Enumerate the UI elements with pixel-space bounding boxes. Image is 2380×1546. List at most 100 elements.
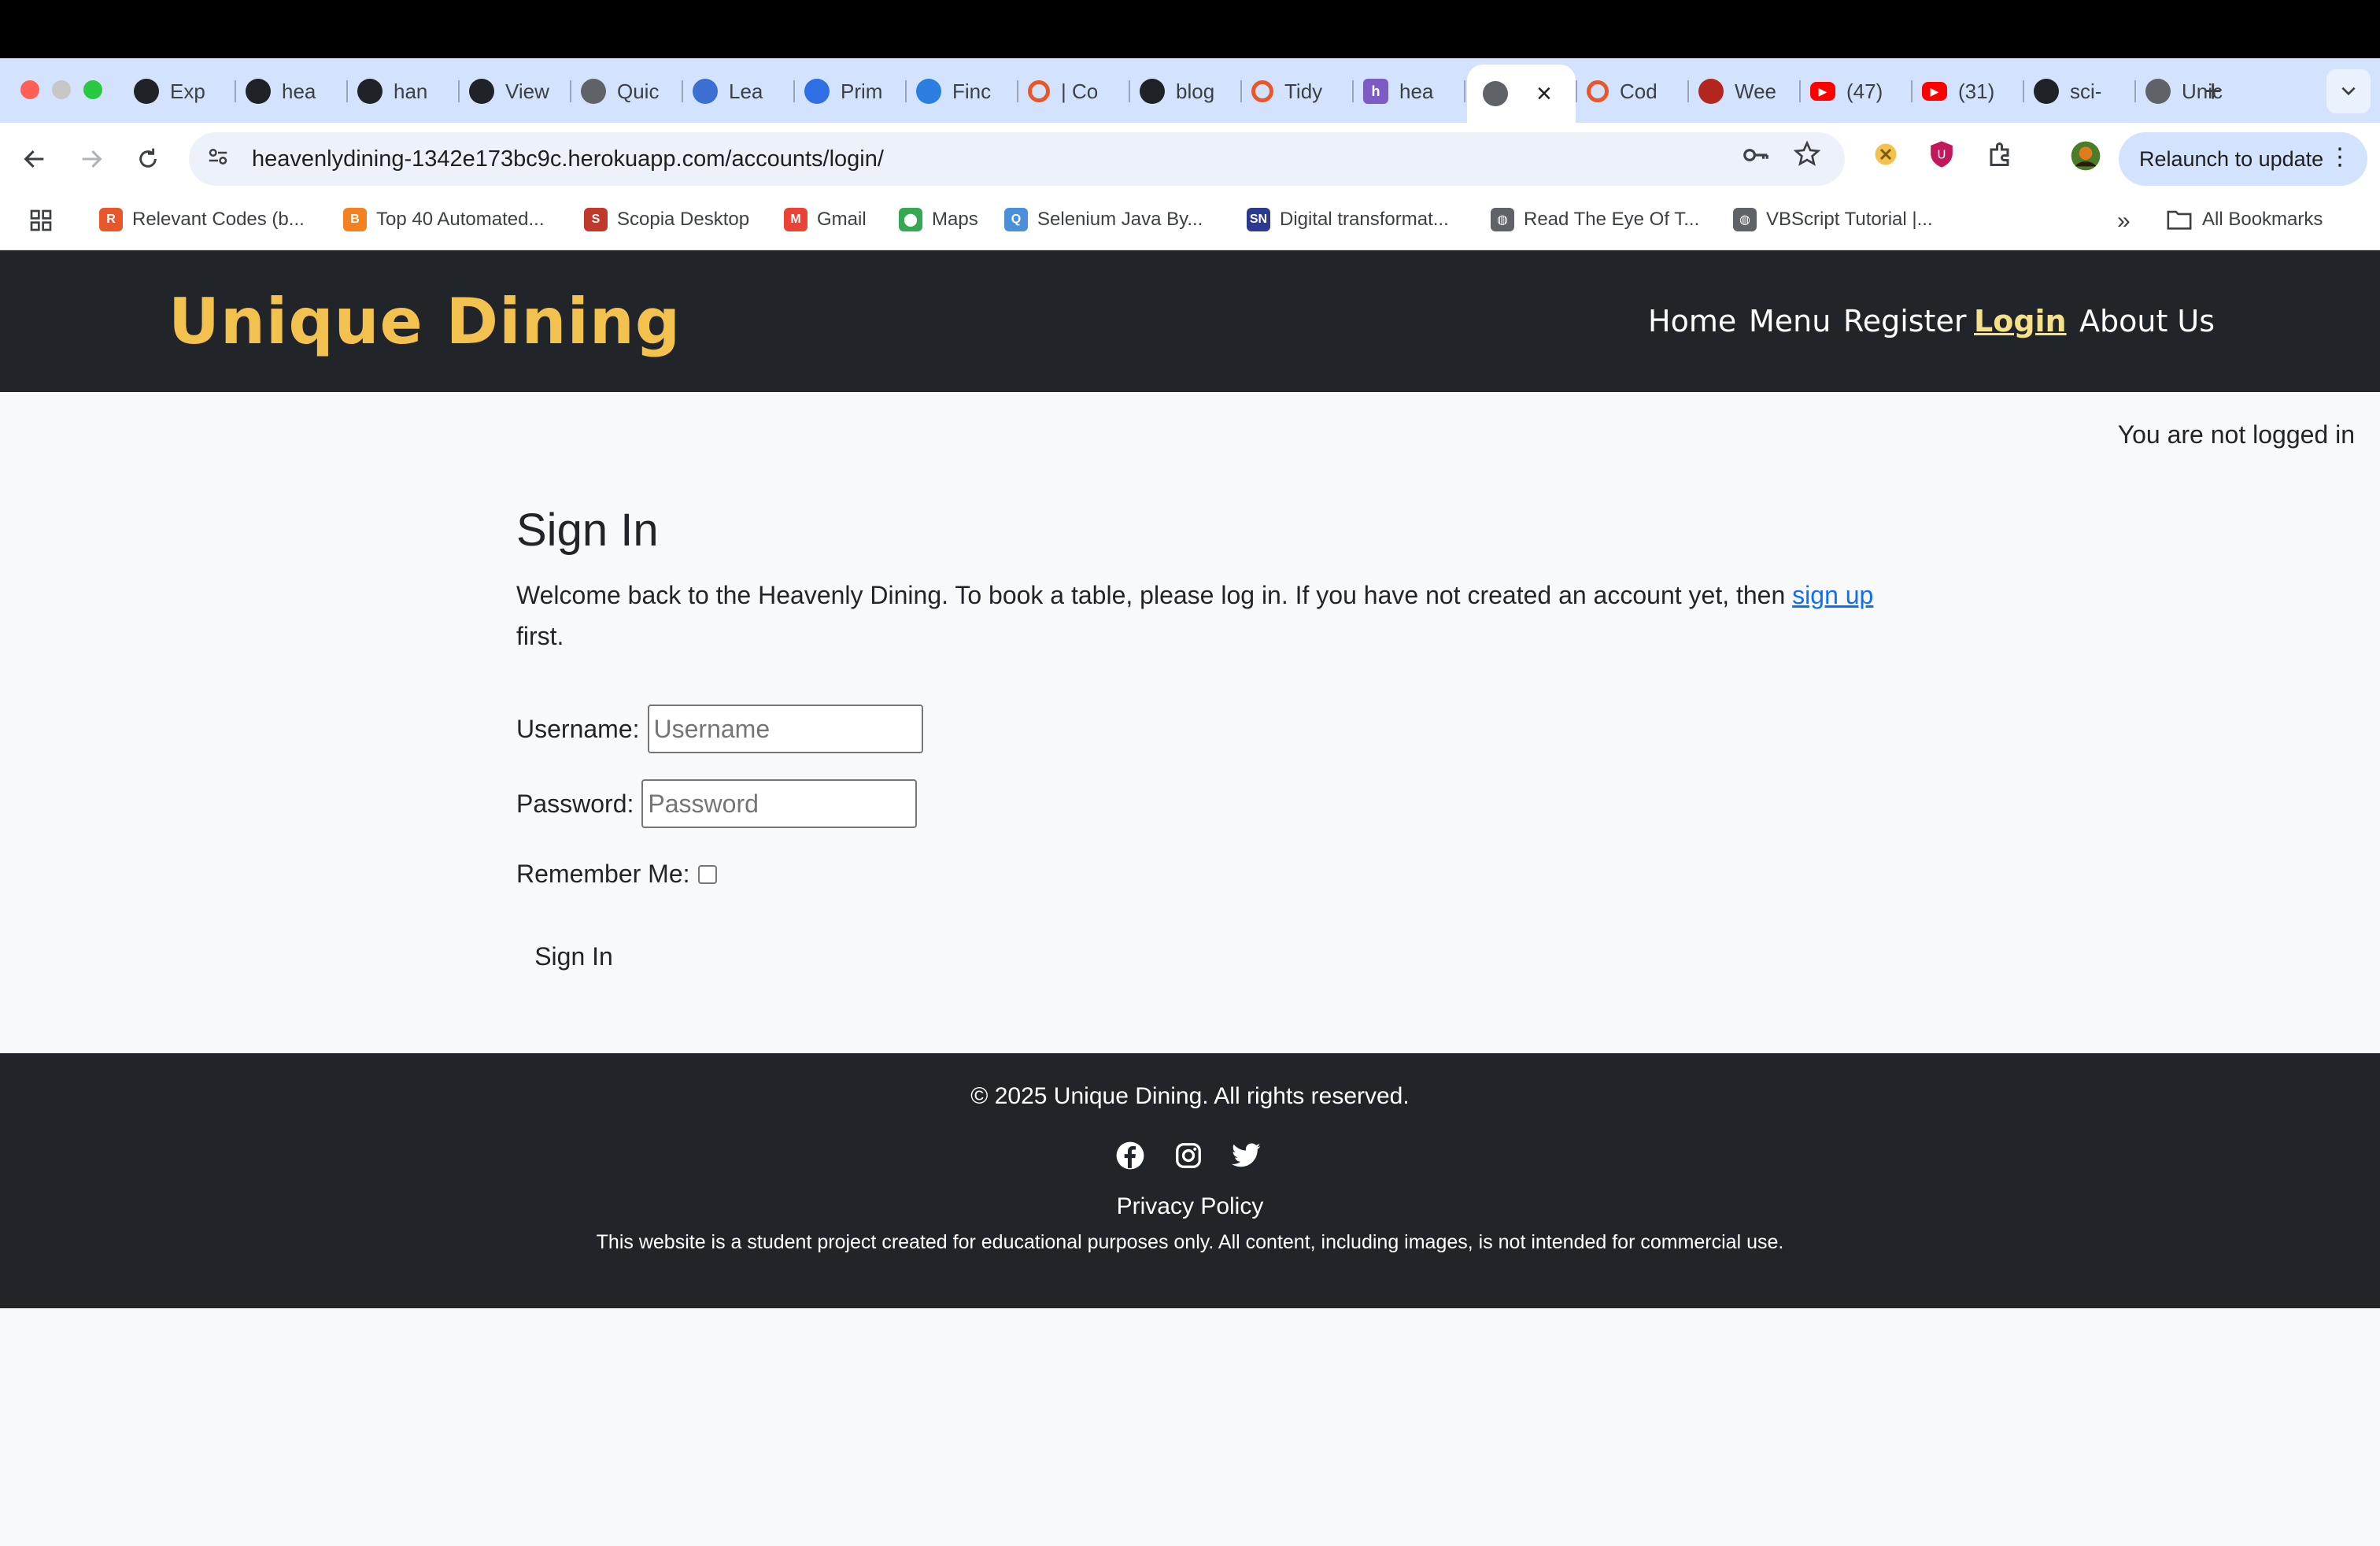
nav-register[interactable]: Register (1843, 304, 1966, 338)
site-brand[interactable]: Unique Dining (168, 285, 681, 358)
tab-separator (2134, 80, 2136, 102)
bookmark-item[interactable]: R Relevant Codes (b... (99, 208, 305, 231)
social-links (1114, 1140, 1262, 1171)
browser-tab[interactable]: ▶ (31) (1922, 69, 2010, 113)
bookmark-favicon-icon: ◍ (1733, 208, 1757, 231)
tab-separator (1911, 80, 1913, 102)
remember-label: Remember Me: (516, 860, 690, 888)
remember-checkbox[interactable] (697, 864, 717, 884)
tab-separator (682, 80, 683, 102)
close-window-icon[interactable] (20, 80, 39, 99)
bookmark-favicon-icon: S (584, 208, 608, 231)
close-tab-icon[interactable]: × (1536, 79, 1552, 109)
browser-tab[interactable]: sci- (2034, 69, 2122, 113)
bookmark-favicon-icon: ⬤ (899, 208, 922, 231)
tab-separator (793, 80, 795, 102)
apps-grid-icon[interactable] (28, 208, 54, 233)
username-label: Username: (516, 714, 640, 743)
password-key-icon[interactable] (1741, 140, 1771, 177)
bookmark-item[interactable]: M Gmail (784, 208, 867, 231)
github-icon (2034, 79, 2059, 104)
nav-login[interactable]: Login (1974, 304, 2067, 338)
welcome-body: Welcome back to the Heavenly Dining. To … (516, 581, 1793, 609)
youtube-icon: ▶ (1922, 82, 1947, 101)
browser-tab[interactable]: han (357, 69, 445, 113)
bookmark-star-icon[interactable] (1793, 140, 1821, 176)
back-button[interactable] (16, 140, 54, 178)
facebook-icon[interactable] (1114, 1140, 1146, 1171)
tab-separator (1129, 80, 1130, 102)
signup-link[interactable]: sign up (1792, 581, 1873, 609)
remember-row: Remember Me: (516, 860, 717, 889)
tab-separator (458, 80, 460, 102)
browser-tab[interactable]: hea (246, 69, 334, 113)
reload-button[interactable] (129, 140, 167, 178)
extension-timer-icon[interactable] (1872, 140, 1900, 176)
welcome-tail: first. (516, 622, 564, 650)
new-tab-button[interactable]: + (2204, 74, 2222, 109)
address-bar[interactable]: heavenlydining-1342e173bc9c.herokuapp.co… (189, 132, 1845, 186)
bookmark-item[interactable]: Q Selenium Java By... (1004, 208, 1203, 231)
relaunch-button[interactable]: Relaunch to update ⋮ (2119, 132, 2367, 186)
bookmark-label: Read The Eye Of T... (1524, 209, 1700, 230)
browser-tab[interactable]: Wee (1698, 69, 1787, 113)
more-menu-icon[interactable]: ⋮ (2328, 143, 2352, 171)
browser-tab[interactable]: Quic (581, 69, 669, 113)
tab-label: hea (282, 79, 316, 103)
bookmark-item[interactable]: B Top 40 Automated... (343, 208, 544, 231)
tab-label: View (505, 79, 549, 103)
instagram-icon[interactable] (1173, 1140, 1204, 1171)
sign-in-button[interactable]: Sign In (516, 929, 631, 984)
all-bookmarks-button[interactable]: All Bookmarks (2166, 208, 2323, 231)
svg-text:U: U (1937, 148, 1946, 162)
bookmarks-overflow-button[interactable]: » (2117, 208, 2131, 235)
tab-separator (346, 80, 348, 102)
browser-tab[interactable]: Cod (1587, 69, 1675, 113)
bookmark-item[interactable]: ⬤ Maps (899, 208, 978, 231)
browser-tab[interactable]: Exp (134, 69, 222, 113)
bookmark-label: Digital transformat... (1280, 209, 1449, 230)
forward-button[interactable] (72, 140, 110, 178)
login-status: You are not logged in (2117, 420, 2355, 449)
minimize-window-icon[interactable] (52, 80, 71, 99)
twitter-icon[interactable] (1231, 1140, 1262, 1171)
password-input[interactable] (641, 779, 918, 828)
github-icon (357, 79, 382, 104)
bookmark-item[interactable]: S Scopia Desktop (584, 208, 749, 231)
nav-home[interactable]: Home (1648, 304, 1736, 338)
tab-label: Prim (841, 79, 883, 103)
bookmark-item[interactable]: SN Digital transformat... (1247, 208, 1449, 231)
browser-tab[interactable]: Finc (916, 69, 1004, 113)
bookmark-favicon-icon: R (99, 208, 123, 231)
ublock-icon[interactable]: U (1928, 140, 1955, 176)
site-info-icon[interactable] (206, 145, 230, 174)
tab-label: Finc (952, 79, 992, 103)
browser-tab[interactable]: Prim (804, 69, 893, 113)
privacy-policy-link[interactable]: Privacy Policy (0, 1193, 2380, 1220)
tab-separator (1017, 80, 1018, 102)
profile-avatar[interactable] (2070, 140, 2101, 179)
tab-label: Tidy (1284, 79, 1323, 103)
browser-tab[interactable]: h hea (1363, 69, 1451, 113)
github-icon (1140, 79, 1165, 104)
bookmark-item[interactable]: ◍ Read The Eye Of T... (1491, 208, 1699, 231)
extensions-puzzle-icon[interactable] (1986, 140, 2015, 176)
browser-tab[interactable]: Tidy (1251, 69, 1340, 113)
url-text[interactable]: heavenlydining-1342e173bc9c.herokuapp.co… (252, 146, 884, 172)
browser-tab[interactable]: | Co (1028, 69, 1116, 113)
bookmark-item[interactable]: ◍ VBScript Tutorial |... (1733, 208, 1933, 231)
maximize-window-icon[interactable] (83, 80, 102, 99)
tab-label: Wee (1735, 79, 1776, 103)
username-input[interactable] (647, 705, 923, 753)
browser-tab[interactable]: ▶ (47) (1810, 69, 1898, 113)
welcome-text: Welcome back to the Heavenly Dining. To … (516, 575, 1901, 656)
browser-tab[interactable]: Lea (693, 69, 781, 113)
browser-tab[interactable]: View (469, 69, 557, 113)
browser-tab[interactable]: × (1467, 65, 1576, 123)
play-icon (804, 79, 830, 104)
tab-search-button[interactable] (2326, 69, 2371, 113)
browser-tab[interactable]: blog (1140, 69, 1228, 113)
nav-menu[interactable]: Menu (1749, 304, 1831, 338)
nav-about-us[interactable]: About Us (2079, 304, 2215, 338)
copyright-text: © 2025 Unique Dining. All rights reserve… (970, 1083, 1410, 1109)
